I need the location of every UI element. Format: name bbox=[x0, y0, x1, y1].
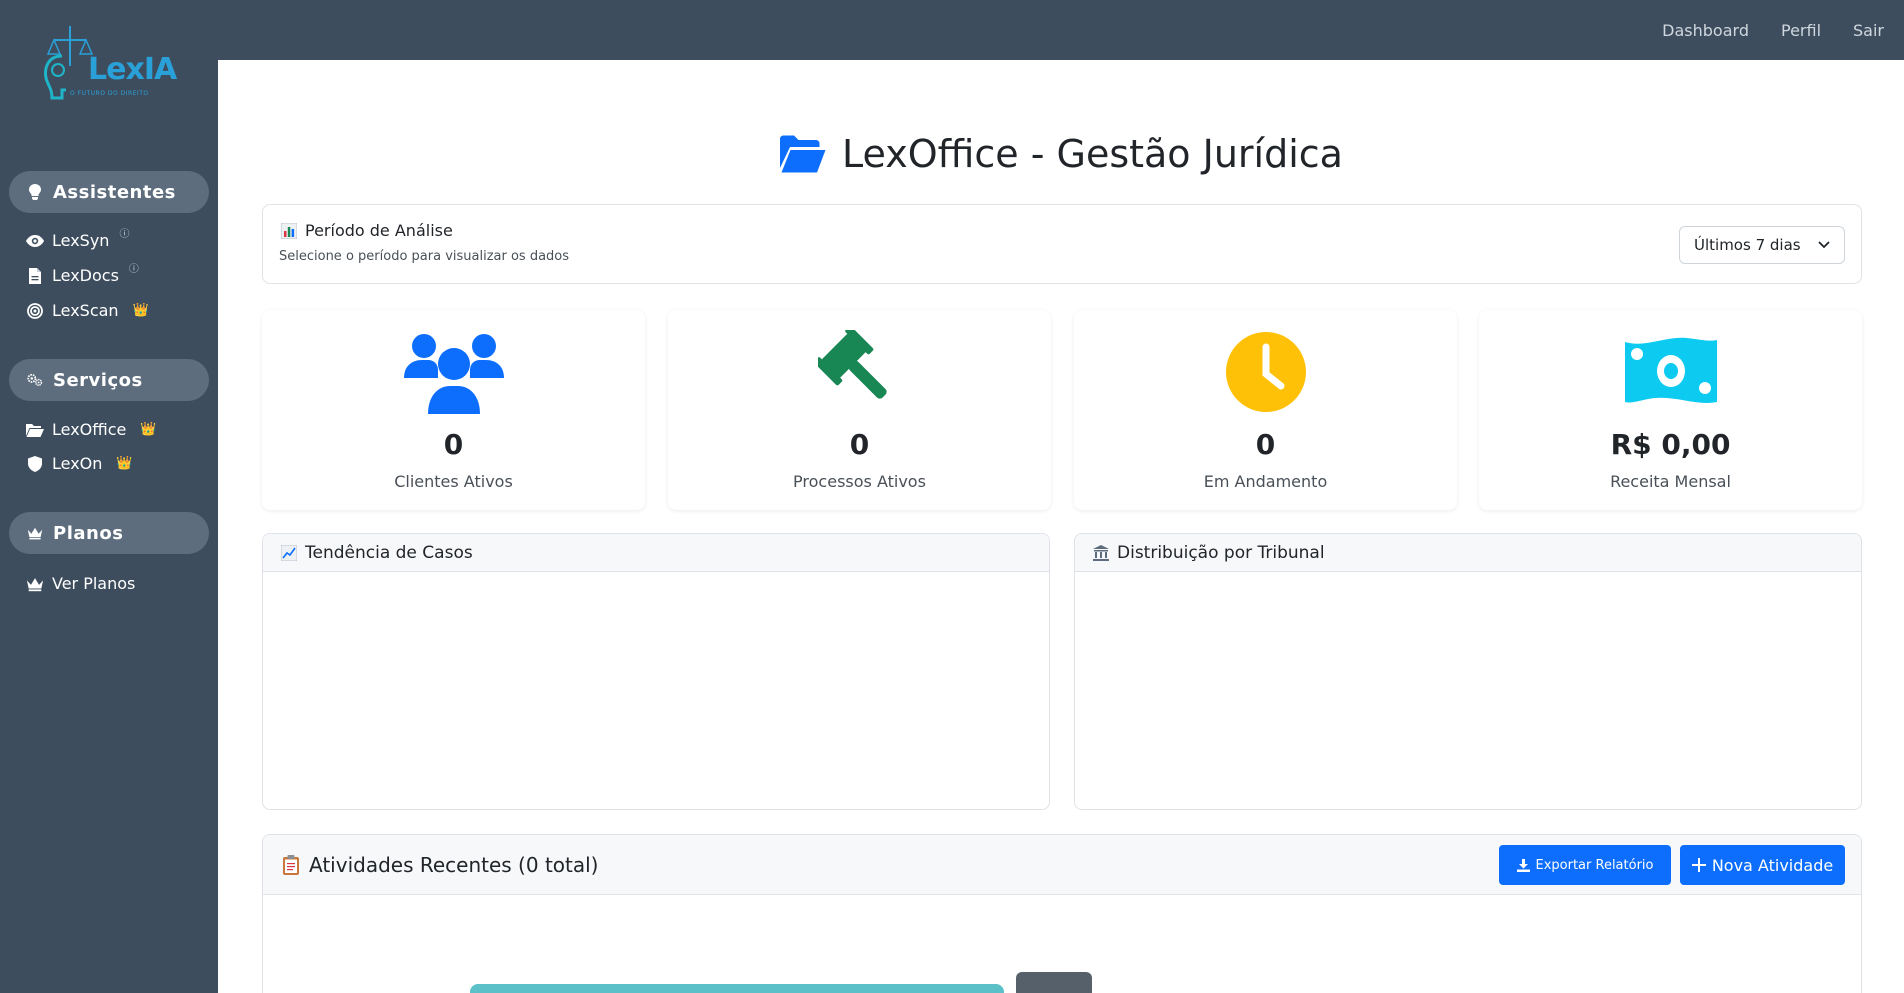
export-report-button[interactable]: Exportar Relatório bbox=[1499, 845, 1671, 885]
section-planos[interactable]: Planos bbox=[9, 512, 209, 554]
stat-value: 0 bbox=[443, 428, 464, 461]
period-subtitle: Selecione o período para visualizar os d… bbox=[279, 249, 570, 264]
stat-value: R$ 0,00 bbox=[1610, 428, 1731, 461]
new-activity-button[interactable]: Nova Atividade bbox=[1680, 845, 1845, 885]
sidebar-item-lexscan[interactable]: LexScan 👑 bbox=[26, 301, 149, 320]
crown-icon bbox=[27, 525, 43, 541]
sidebar-item-label: LexOffice bbox=[52, 420, 127, 439]
gavel-icon bbox=[810, 330, 910, 414]
section-title: Assistentes bbox=[53, 181, 176, 203]
premium-crown-icon: 👑 bbox=[140, 422, 157, 437]
section-servicos[interactable]: Serviços bbox=[9, 359, 209, 401]
eye-icon bbox=[26, 232, 44, 250]
stat-label: Processos Ativos bbox=[793, 472, 926, 491]
info-icon: ⓘ bbox=[119, 229, 130, 240]
distribution-panel-title: Distribuição por Tribunal bbox=[1117, 542, 1325, 563]
clock-icon bbox=[1216, 330, 1316, 414]
stat-value: 0 bbox=[1255, 428, 1276, 461]
sidebar-item-lexdocs[interactable]: LexDocs ⓘ bbox=[26, 264, 139, 285]
stat-card-revenue: R$ 0,00 Receita Mensal bbox=[1479, 310, 1862, 510]
stat-card-in-progress: 0 Em Andamento bbox=[1074, 310, 1457, 510]
folder-open-icon bbox=[780, 135, 826, 173]
nav-profile-link[interactable]: Perfil bbox=[1781, 21, 1821, 40]
empty-state-illustration bbox=[470, 984, 1004, 993]
sidebar-item-lexsyn[interactable]: LexSyn ⓘ bbox=[26, 229, 129, 250]
crown-icon bbox=[26, 575, 44, 593]
period-select[interactable]: Últimos 7 dias bbox=[1679, 226, 1845, 264]
info-icon: ⓘ bbox=[128, 264, 139, 275]
sidebar-item-lexoffice[interactable]: LexOffice 👑 bbox=[26, 420, 157, 439]
export-report-label: Exportar Relatório bbox=[1535, 857, 1654, 873]
distribution-panel: Distribuição por Tribunal bbox=[1074, 533, 1862, 810]
sidebar-item-label: Ver Planos bbox=[52, 574, 136, 593]
gears-icon bbox=[27, 372, 43, 388]
premium-crown-icon: 👑 bbox=[116, 456, 133, 471]
sidebar-item-label: LexScan bbox=[52, 301, 119, 320]
logo-text: LexIA bbox=[88, 52, 177, 87]
top-nav: Dashboard Perfil Sair bbox=[1662, 0, 1884, 60]
stat-label: Em Andamento bbox=[1203, 472, 1328, 491]
stat-label: Clientes Ativos bbox=[394, 472, 513, 491]
logo[interactable]: LexIA O FUTURO DO DIREITO bbox=[40, 22, 180, 108]
sidebar-item-lexon[interactable]: LexOn 👑 bbox=[26, 454, 133, 473]
period-title: Período de Análise bbox=[281, 221, 453, 240]
premium-crown-icon: 👑 bbox=[132, 303, 149, 318]
nav-dashboard-link[interactable]: Dashboard bbox=[1662, 21, 1749, 40]
empty-state-folder-icon bbox=[1016, 972, 1092, 993]
top-bar: Dashboard Perfil Sair bbox=[0, 0, 1904, 60]
chevron-down-icon bbox=[1818, 241, 1830, 249]
sidebar-item-ver-planos[interactable]: Ver Planos bbox=[26, 574, 135, 593]
period-card: Período de Análise Selecione o período p… bbox=[262, 204, 1862, 284]
sidebar-item-label: LexDocs bbox=[52, 266, 119, 285]
page-title: LexOffice - Gestão Jurídica bbox=[780, 132, 1343, 176]
download-icon bbox=[1516, 858, 1530, 872]
new-activity-label: Nova Atividade bbox=[1711, 855, 1834, 875]
section-assistentes[interactable]: Assistentes bbox=[9, 171, 209, 213]
stat-label: Receita Mensal bbox=[1610, 472, 1731, 491]
logo-subtitle: O FUTURO DO DIREITO bbox=[70, 90, 149, 97]
bar-chart-icon bbox=[281, 222, 297, 239]
stat-card-processes: 0 Processos Ativos bbox=[668, 310, 1051, 510]
lightbulb-icon bbox=[27, 184, 43, 200]
document-icon bbox=[26, 267, 44, 285]
period-title-text: Período de Análise bbox=[305, 221, 453, 240]
activities-title: Atividades Recentes (0 total) bbox=[309, 852, 599, 877]
trend-panel: Tendência de Casos bbox=[262, 533, 1050, 810]
sidebar: LexIA O FUTURO DO DIREITO Assistentes Le… bbox=[0, 0, 218, 993]
money-icon bbox=[1621, 330, 1721, 414]
courthouse-icon bbox=[1093, 544, 1109, 561]
sidebar-item-label: LexSyn bbox=[52, 231, 110, 250]
sidebar-item-label: LexOn bbox=[52, 454, 103, 473]
distribution-panel-header: Distribuição por Tribunal bbox=[1075, 534, 1861, 572]
users-icon bbox=[403, 330, 504, 414]
page-title-text: LexOffice - Gestão Jurídica bbox=[842, 132, 1343, 176]
stat-card-clients: 0 Clientes Ativos bbox=[262, 310, 645, 510]
line-chart-icon bbox=[281, 544, 297, 561]
plus-icon bbox=[1691, 858, 1706, 872]
folder-icon bbox=[26, 421, 44, 439]
activities-card: Atividades Recentes (0 total) Exportar R… bbox=[262, 834, 1862, 993]
period-select-value: Últimos 7 dias bbox=[1694, 236, 1801, 254]
nav-logout-link[interactable]: Sair bbox=[1853, 21, 1884, 40]
trend-panel-title: Tendência de Casos bbox=[305, 542, 473, 563]
shield-icon bbox=[26, 455, 44, 473]
scan-icon bbox=[26, 302, 44, 320]
clipboard-icon bbox=[283, 854, 299, 875]
section-title: Planos bbox=[53, 522, 124, 544]
section-title: Serviços bbox=[53, 369, 143, 391]
stat-value: 0 bbox=[849, 428, 870, 461]
trend-panel-header: Tendência de Casos bbox=[263, 534, 1049, 572]
